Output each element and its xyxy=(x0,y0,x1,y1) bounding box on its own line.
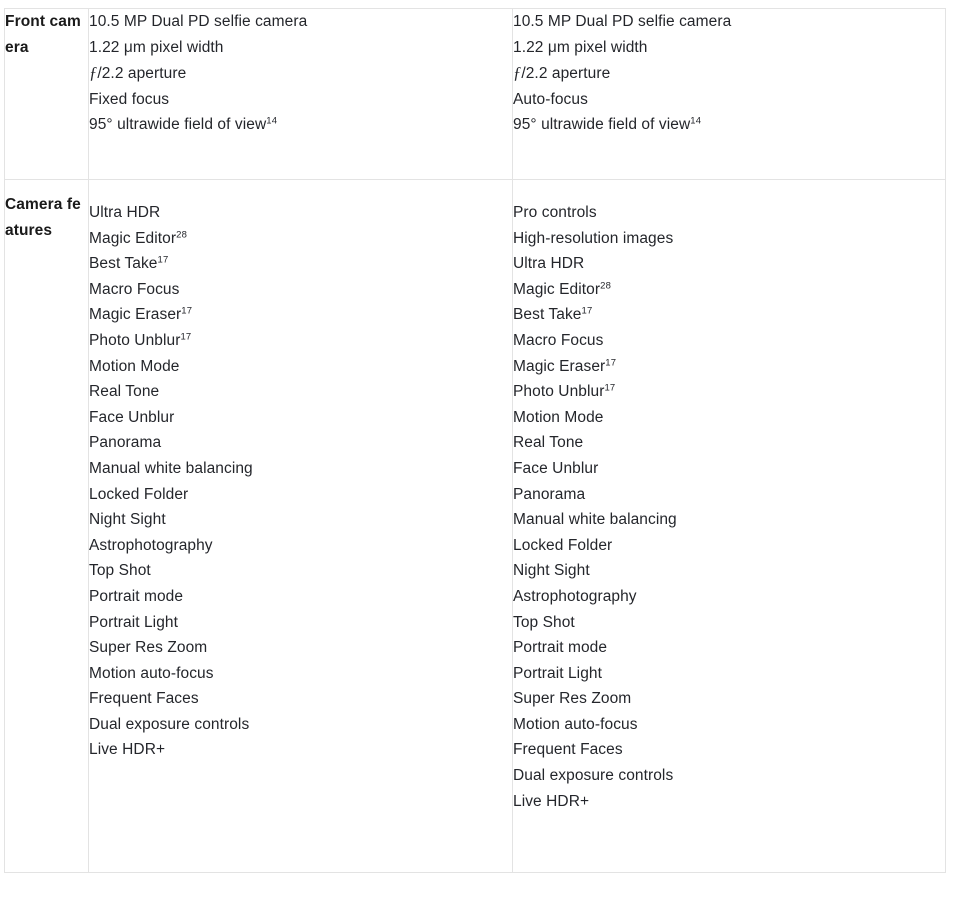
feature-item: Face Unblur xyxy=(89,408,175,426)
spec-line: 95° ultrawide field of view14 xyxy=(89,115,278,134)
feature-item: Top Shot xyxy=(89,562,151,580)
feature-list: Ultra HDR Magic Editor28 Best Take17 Macro … xyxy=(89,200,512,763)
feature-item: Super Res Zoom xyxy=(513,690,632,708)
feature-item: Manual white balancing xyxy=(89,459,253,477)
feature-item: Frequent Faces xyxy=(89,690,199,708)
feature-item: Astrophotography xyxy=(89,536,213,554)
feature-item: Manual white balancing xyxy=(513,511,677,529)
feature-item: Dual exposure controls xyxy=(89,715,250,733)
feature-item: Panorama xyxy=(513,485,586,503)
spec-line-group: 10.5 MP Dual PD selfie camera 1.22 μm pix… xyxy=(89,9,512,138)
feature-list: Pro controls High-resolution images Ultra … xyxy=(513,200,945,814)
spec-line: 1.22 μm pixel width xyxy=(89,38,224,56)
row-label-cell-camera-features: Camera features xyxy=(4,179,89,873)
row-label-front-camera: Front camera xyxy=(5,13,81,56)
feature-item: Best Take17 xyxy=(513,305,593,324)
spec-line: Fixed focus xyxy=(89,90,170,108)
feature-item: Real Tone xyxy=(89,383,160,401)
feature-item: Locked Folder xyxy=(89,485,189,503)
feature-item: Night Sight xyxy=(513,562,590,580)
footnote-marker: 17 xyxy=(157,254,169,266)
footnote-marker: 17 xyxy=(604,382,616,394)
spec-line: 95° ultrawide field of view14 xyxy=(513,115,702,134)
aperture-f-symbol: ƒ xyxy=(89,63,98,83)
feature-item: Magic Eraser17 xyxy=(89,305,193,324)
spec-cell-front-camera-device-1: 10.5 MP Dual PD selfie camera 1.22 μm pix… xyxy=(88,8,513,180)
spec-line: ƒ/2.2 aperture xyxy=(89,63,187,83)
feature-item: Magic Eraser17 xyxy=(513,357,617,375)
spec-table-body: Front camera 10.5 MP Dual PD selfie came… xyxy=(4,8,946,873)
feature-item: Best Take17 xyxy=(89,254,169,273)
footnote-marker: 17 xyxy=(181,305,193,317)
footnote-marker: 28 xyxy=(600,280,612,292)
footnote-marker: 17 xyxy=(581,305,593,317)
feature-item: Photo Unblur17 xyxy=(89,331,192,349)
row-label-camera-features: Camera features xyxy=(5,196,81,239)
feature-item: Real Tone xyxy=(513,434,584,452)
feature-item: Locked Folder xyxy=(513,536,613,554)
footnote-marker: 28 xyxy=(176,229,188,241)
feature-item: Ultra HDR xyxy=(89,204,161,221)
table-row-front-camera: Front camera 10.5 MP Dual PD selfie came… xyxy=(4,8,946,180)
table-row-camera-features: Camera features Ultra HDR Magic Editor28 B… xyxy=(4,179,946,873)
feature-item: Portrait Light xyxy=(89,613,178,631)
spec-line-group: 10.5 MP Dual PD selfie camera 1.22 μm pix… xyxy=(513,9,945,138)
feature-item: Night Sight xyxy=(89,511,166,529)
features-cell-device-2: Pro controls High-resolution images Ultra … xyxy=(512,179,946,873)
feature-item: Ultra HDR xyxy=(513,255,585,273)
feature-item: Live HDR+ xyxy=(513,792,590,810)
feature-item: Live HDR+ xyxy=(89,741,166,759)
spec-line: 10.5 MP Dual PD selfie camera xyxy=(89,13,308,30)
feature-item: Magic Editor28 xyxy=(89,229,188,247)
row-label-cell-front-camera: Front camera xyxy=(4,8,89,180)
feature-item: Astrophotography xyxy=(513,587,637,605)
footnote-marker: 17 xyxy=(605,357,617,369)
spec-cell-front-camera-device-2: 10.5 MP Dual PD selfie camera 1.22 μm pix… xyxy=(512,8,946,180)
feature-item: Top Shot xyxy=(513,613,575,631)
feature-item: Macro Focus xyxy=(513,331,604,349)
feature-item: Macro Focus xyxy=(89,280,180,298)
spec-line: ƒ/2.2 aperture xyxy=(513,63,611,83)
feature-item: Motion auto-focus xyxy=(513,715,638,733)
feature-item: Motion Mode xyxy=(513,408,604,426)
spec-line: 1.22 μm pixel width xyxy=(513,38,648,56)
spec-line: 10.5 MP Dual PD selfie camera xyxy=(513,13,732,30)
feature-item: High-resolution images xyxy=(513,229,674,247)
feature-item: Dual exposure controls xyxy=(513,767,674,785)
feature-item: Portrait mode xyxy=(89,587,184,605)
spec-line: Auto-focus xyxy=(513,90,588,108)
feature-item: Frequent Faces xyxy=(513,741,623,759)
feature-item: Magic Editor28 xyxy=(513,280,612,298)
feature-item: Portrait Light xyxy=(513,664,602,682)
feature-item: Panorama xyxy=(89,434,162,452)
features-cell-device-1: Ultra HDR Magic Editor28 Best Take17 Macro … xyxy=(88,179,513,873)
footnote-marker: 17 xyxy=(180,331,192,343)
feature-item: Motion auto-focus xyxy=(89,664,214,682)
footnote-marker: 14 xyxy=(266,115,278,127)
spec-comparison-page: Front camera 10.5 MP Dual PD selfie came… xyxy=(0,0,954,922)
feature-item: Photo Unblur17 xyxy=(513,382,616,401)
feature-item: Pro controls xyxy=(513,204,597,221)
feature-item: Super Res Zoom xyxy=(89,639,208,657)
feature-item: Portrait mode xyxy=(513,639,608,657)
footnote-marker: 14 xyxy=(690,115,702,127)
aperture-f-symbol: ƒ xyxy=(513,63,522,83)
spec-comparison-table: Front camera 10.5 MP Dual PD selfie came… xyxy=(4,8,946,873)
feature-item: Face Unblur xyxy=(513,459,599,477)
feature-item: Motion Mode xyxy=(89,357,180,375)
